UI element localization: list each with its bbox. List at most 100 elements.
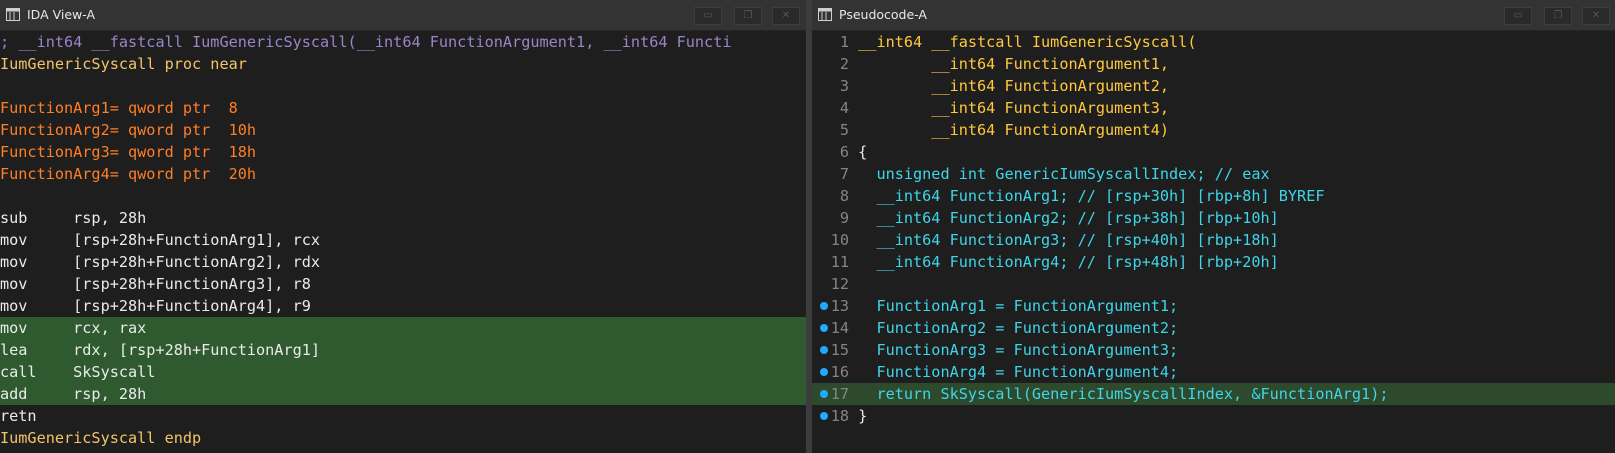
line-number: 14 — [830, 319, 849, 337]
breakpoint-dot-icon[interactable] — [820, 390, 828, 398]
asm-line[interactable]: FunctionArg1= qword ptr 8 — [0, 97, 806, 119]
pseudocode-line[interactable]: 2 __int64 FunctionArgument1, — [812, 53, 1615, 75]
asm-instruction: mov [rsp+28h+FunctionArg2], rdx — [0, 253, 321, 271]
line-number: 4 — [839, 99, 849, 117]
gutter-gap — [849, 99, 858, 117]
pseudocode-listing[interactable]: 1 __int64 __fastcall IumGenericSyscall(2… — [812, 31, 1615, 453]
pseudocode-text: __int64 FunctionArgument4) — [858, 121, 1170, 139]
close-icon[interactable]: ✕ — [772, 7, 800, 25]
gutter-gap — [849, 275, 858, 293]
pseudocode-text: unsigned int GenericIumSyscallIndex; // … — [858, 165, 1270, 183]
breakpoint-dot-icon[interactable] — [820, 412, 828, 420]
pseudocode-line[interactable]: 5 __int64 FunctionArgument4) — [812, 119, 1615, 141]
line-number: 9 — [839, 209, 849, 227]
pseudocode-text: __int64 FunctionArg3; // [rsp+40h] [rbp+… — [858, 231, 1279, 249]
ida-view-pane[interactable]: IDA View-A ▭ ❐ ✕ ; __int64 __fastcall Iu… — [0, 0, 806, 453]
pseudocode-line[interactable]: 12 — [812, 273, 1615, 295]
asm-line[interactable] — [0, 185, 806, 207]
asm-instruction: sub rsp, 28h — [0, 209, 147, 227]
line-number: 2 — [839, 55, 849, 73]
asm-line[interactable]: FunctionArg3= qword ptr 18h — [0, 141, 806, 163]
breakpoint-dot-icon[interactable] — [820, 302, 828, 310]
asm-line[interactable]: ; __int64 __fastcall IumGenericSyscall(_… — [0, 31, 806, 53]
line-number: 6 — [839, 143, 849, 161]
asm-instruction: mov rcx, rax — [0, 319, 147, 337]
line-number: 17 — [830, 385, 849, 403]
asm-proc-header: IumGenericSyscall proc near — [0, 55, 247, 73]
gutter-gap — [849, 143, 858, 161]
pseudocode-line[interactable]: 11 __int64 FunctionArg4; // [rsp+48h] [r… — [812, 251, 1615, 273]
pseudocode-text: { — [858, 143, 868, 161]
restore-icon[interactable]: ❐ — [734, 7, 762, 25]
pseudocode-line[interactable]: 9 __int64 FunctionArg2; // [rsp+38h] [rb… — [812, 207, 1615, 229]
asm-line[interactable]: retn — [0, 405, 806, 427]
float-icon[interactable]: ▭ — [694, 7, 722, 25]
asm-line[interactable]: mov [rsp+28h+FunctionArg3], r8 — [0, 273, 806, 295]
float-icon[interactable]: ▭ — [1504, 7, 1532, 25]
pseudocode-line[interactable]: 1 __int64 __fastcall IumGenericSyscall( — [812, 31, 1615, 53]
pseudocode-line[interactable]: 7 unsigned int GenericIumSyscallIndex; /… — [812, 163, 1615, 185]
pseudocode-line[interactable]: 3 __int64 FunctionArgument2, — [812, 75, 1615, 97]
asm-line[interactable]: IumGenericSyscall endp — [0, 427, 806, 449]
close-icon[interactable]: ✕ — [1582, 7, 1610, 25]
breakpoint-dot-icon[interactable] — [820, 346, 828, 354]
pseudocode-line[interactable]: 8 __int64 FunctionArg1; // [rsp+30h] [rb… — [812, 185, 1615, 207]
line-number: 13 — [830, 297, 849, 315]
asm-line[interactable]: mov [rsp+28h+FunctionArg4], r9 — [0, 295, 806, 317]
pseudocode-line[interactable]: 15 FunctionArg3 = FunctionArgument3; — [812, 339, 1615, 361]
asm-line[interactable]: FunctionArg4= qword ptr 20h — [0, 163, 806, 185]
pseudocode-titlebar[interactable]: Pseudocode-A ▭ ❐ ✕ — [812, 0, 1615, 31]
pseudocode-text: FunctionArg4 = FunctionArgument4; — [858, 363, 1179, 381]
pseudocode-text: __int64 FunctionArgument2, — [858, 77, 1170, 95]
asm-line[interactable] — [0, 75, 806, 97]
gutter-gap — [849, 77, 858, 95]
ida-view-titlebar[interactable]: IDA View-A ▭ ❐ ✕ — [0, 0, 806, 31]
pseudocode-line[interactable]: 4 __int64 FunctionArgument3, — [812, 97, 1615, 119]
asm-line-highlighted[interactable]: add rsp, 28h — [0, 383, 806, 405]
asm-line-highlighted[interactable]: lea rdx, [rsp+28h+FunctionArg1] — [0, 339, 806, 361]
pseudocode-line[interactable]: 6 { — [812, 141, 1615, 163]
pseudocode-text: __int64 FunctionArg1; // [rsp+30h] [rbp+… — [858, 187, 1325, 205]
gutter-gap — [849, 33, 858, 51]
pseudocode-text: FunctionArg3 = FunctionArgument3; — [858, 341, 1179, 359]
pseudocode-line[interactable]: 16 FunctionArg4 = FunctionArgument4; — [812, 361, 1615, 383]
asm-line-highlighted[interactable]: call SkSyscall — [0, 361, 806, 383]
line-number: 1 — [839, 33, 849, 51]
asm-arg-def: FunctionArg2= qword ptr 10h — [0, 121, 257, 139]
pseudocode-title: Pseudocode-A — [839, 7, 927, 22]
gutter-gap — [849, 341, 858, 359]
breakpoint-dot-icon[interactable] — [820, 368, 828, 376]
asm-line[interactable]: mov [rsp+28h+FunctionArg1], rcx — [0, 229, 806, 251]
pseudocode-pane[interactable]: Pseudocode-A ▭ ❐ ✕ 1 __int64 __fastcall … — [812, 0, 1615, 453]
asm-arg-def: FunctionArg3= qword ptr 18h — [0, 143, 257, 161]
asm-line[interactable]: sub rsp, 28h — [0, 207, 806, 229]
pseudocode-line[interactable]: 14 FunctionArg2 = FunctionArgument2; — [812, 317, 1615, 339]
asm-arg-def: FunctionArg4= qword ptr 20h — [0, 165, 257, 183]
asm-line-highlighted[interactable]: mov rcx, rax — [0, 317, 806, 339]
pseudocode-line[interactable]: 10 __int64 FunctionArg3; // [rsp+40h] [r… — [812, 229, 1615, 251]
asm-line[interactable]: mov [rsp+28h+FunctionArg2], rdx — [0, 251, 806, 273]
gutter-gap — [849, 385, 858, 403]
pseudocode-line-highlighted[interactable]: 17 return SkSyscall(GenericIumSyscallInd… — [812, 383, 1615, 405]
asm-instruction: call SkSyscall — [0, 363, 156, 381]
asm-instruction: lea rdx, [rsp+28h+FunctionArg1] — [0, 341, 321, 359]
pseudocode-line[interactable]: 18 } — [812, 405, 1615, 427]
window-icon — [6, 8, 20, 21]
breakpoint-dot-icon[interactable] — [820, 324, 828, 332]
pseudocode-text: __int64 __fastcall IumGenericSyscall( — [858, 33, 1197, 51]
asm-line[interactable]: IumGenericSyscall proc near — [0, 53, 806, 75]
asm-line[interactable]: FunctionArg2= qword ptr 10h — [0, 119, 806, 141]
asm-instruction: mov [rsp+28h+FunctionArg3], r8 — [0, 275, 311, 293]
line-number: 16 — [830, 363, 849, 381]
line-number: 8 — [839, 187, 849, 205]
gutter-gap — [849, 407, 858, 425]
window-icon — [818, 8, 832, 21]
restore-icon[interactable]: ❐ — [1544, 7, 1572, 25]
pseudocode-text: FunctionArg2 = FunctionArgument2; — [858, 319, 1179, 337]
pseudocode-text: __int64 FunctionArgument3, — [858, 99, 1170, 117]
asm-proc-footer: IumGenericSyscall endp — [0, 429, 202, 447]
pseudocode-text: FunctionArg1 = FunctionArgument1; — [858, 297, 1179, 315]
ida-view-title: IDA View-A — [27, 7, 96, 22]
disassembly-listing[interactable]: ; __int64 __fastcall IumGenericSyscall(_… — [0, 31, 806, 453]
pseudocode-line[interactable]: 13 FunctionArg1 = FunctionArgument1; — [812, 295, 1615, 317]
